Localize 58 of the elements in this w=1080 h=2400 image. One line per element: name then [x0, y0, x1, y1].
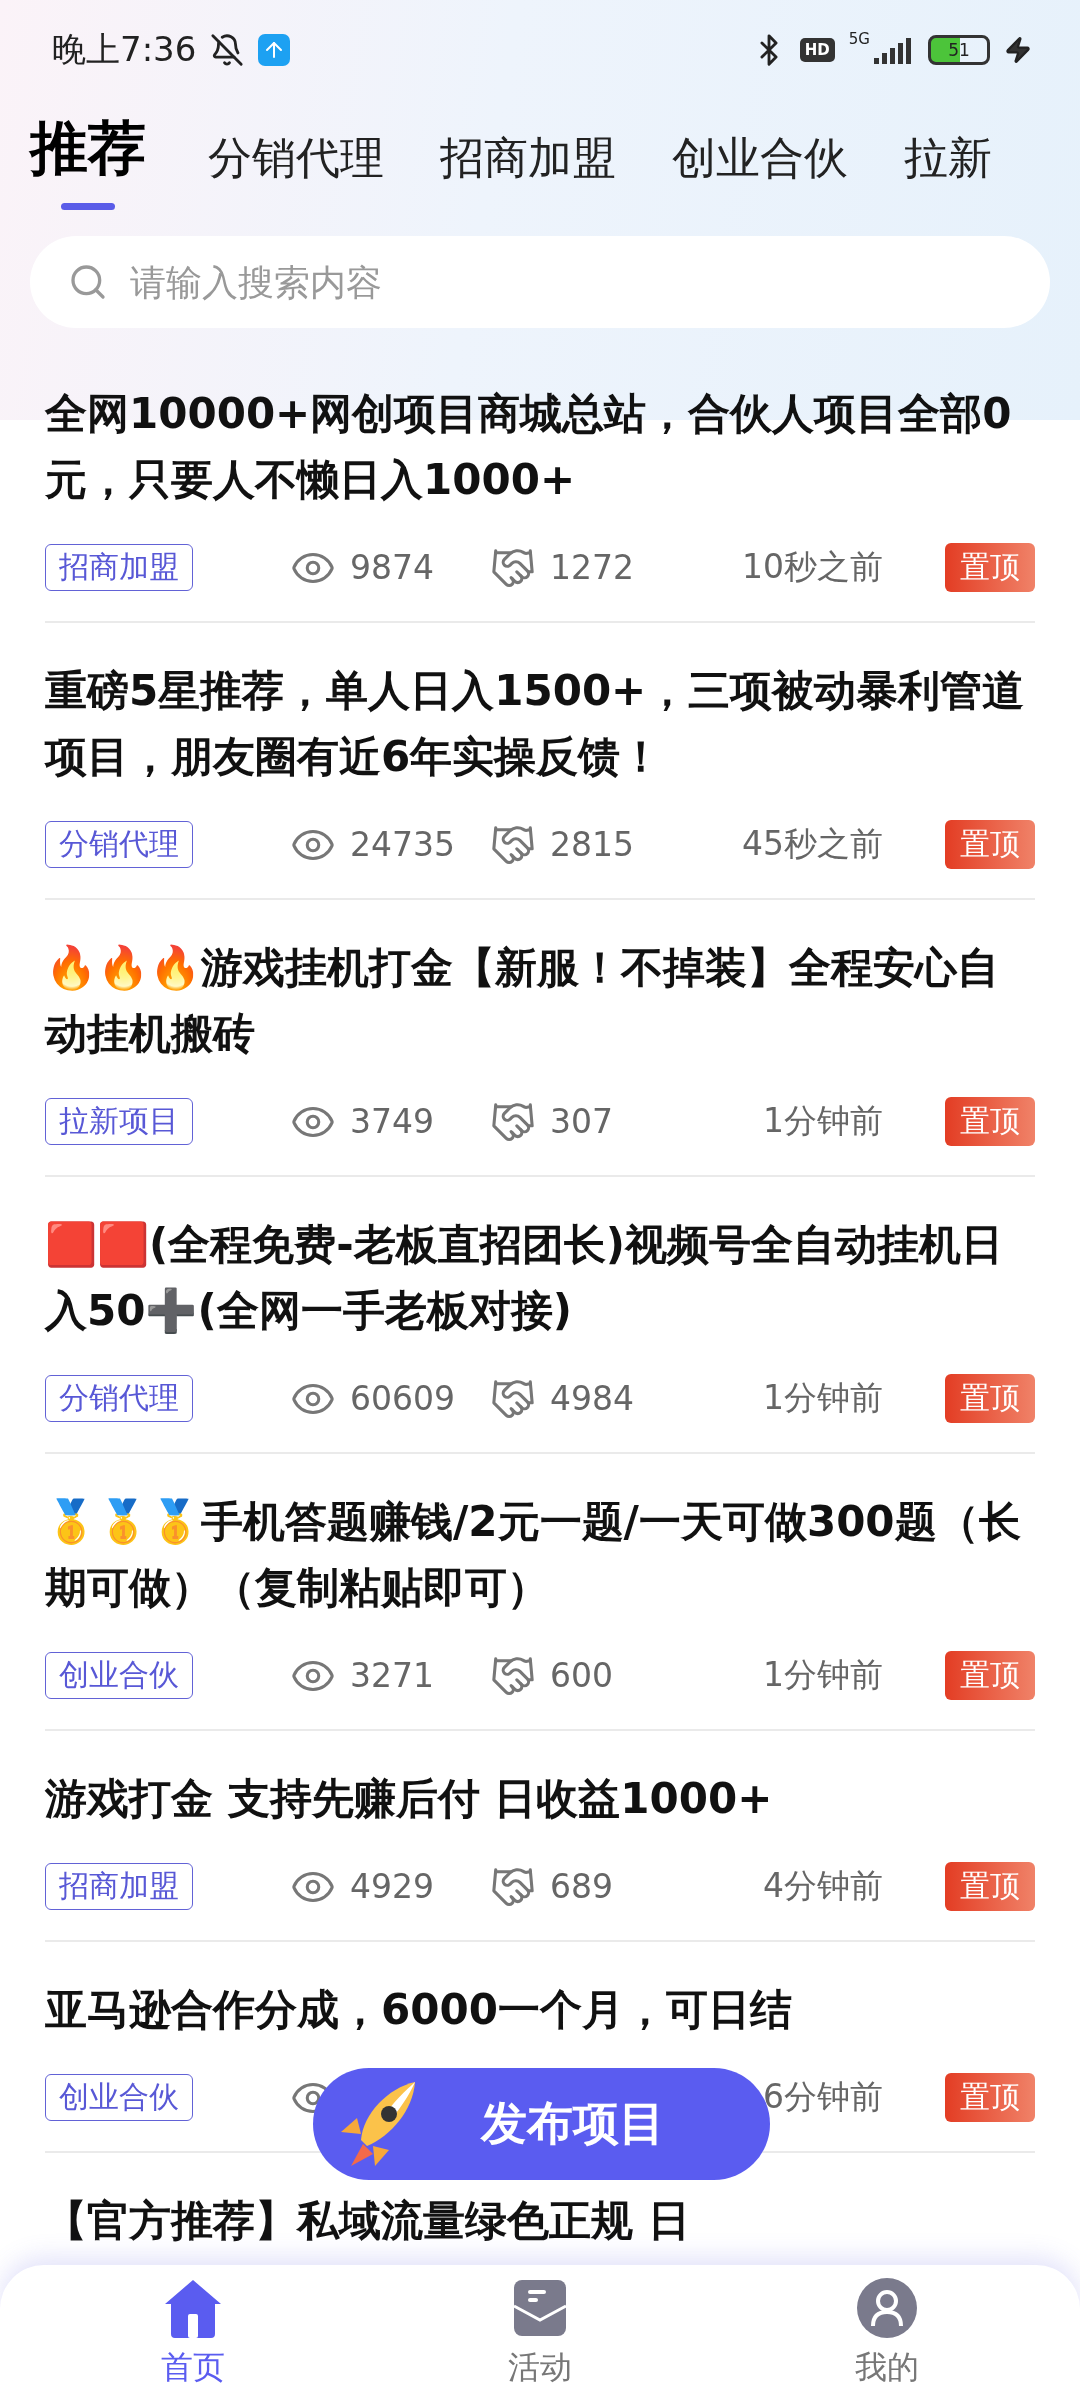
category-tag: 招商加盟	[45, 1863, 193, 1910]
like-count: 600	[550, 1656, 613, 1695]
post-time: 1分钟前	[763, 1654, 883, 1696]
search-icon	[68, 262, 108, 302]
like-count: 4984	[550, 1379, 634, 1418]
category-tab[interactable]: 推荐	[30, 110, 146, 210]
category-tag: 创业合伙	[45, 1652, 193, 1699]
search-field[interactable]: 请输入搜索内容	[30, 236, 1050, 328]
status-time: 晚上7:36	[52, 28, 197, 71]
pinned-badge: 置顶	[945, 2073, 1035, 2122]
like-count: 2815	[550, 825, 634, 864]
view-count: 24735	[350, 825, 455, 864]
pinned-badge: 置顶	[945, 543, 1035, 592]
like-count: 1272	[550, 548, 634, 587]
view-count: 60609	[350, 1379, 455, 1418]
post-title[interactable]: 🟥🟥(全程免费-老板直招团长)视频号全自动挂机日入50➕(全网一手老板对接)	[45, 1212, 1035, 1344]
pinned-badge: 置顶	[945, 1862, 1035, 1911]
category-tag: 招商加盟	[45, 544, 193, 591]
post-title[interactable]: 【官方推荐】私域流量绿色正规 日	[45, 2188, 1035, 2254]
mute-icon	[210, 33, 245, 67]
view-count: 3749	[350, 1102, 434, 1141]
category-tag: 创业合伙	[45, 2074, 193, 2121]
post-time: 4分钟前	[763, 1865, 883, 1907]
post-title[interactable]: 重磅5星推荐，单人日入1500+，三项被动暴利管道项目，朋友圈有近6年实操反馈！	[45, 658, 1035, 790]
post-title[interactable]: 亚马逊合作分成，6000一个月，可日结	[45, 1977, 1035, 2043]
network-label: 5G	[848, 30, 870, 48]
charging-icon	[1004, 36, 1032, 64]
post-title[interactable]: 全网10000+网创项目商城总站，合伙人项目全部0元，只要人不懒日入1000+	[45, 381, 1035, 513]
category-tab[interactable]: 创业合伙	[672, 129, 848, 210]
category-tab[interactable]: 招商加盟	[440, 129, 616, 210]
like-count: 307	[550, 1102, 613, 1141]
category-tag: 分销代理	[45, 1375, 193, 1422]
nav-tab[interactable]: 我的	[713, 2265, 1060, 2400]
pinned-badge: 置顶	[945, 1651, 1035, 1700]
category-tag: 拉新项目	[45, 1098, 193, 1145]
category-tag: 分销代理	[45, 821, 193, 868]
hd-badge: HD	[799, 38, 835, 62]
pinned-badge: 置顶	[945, 1374, 1035, 1423]
post-time: 45秒之前	[742, 823, 883, 865]
nav-tab[interactable]: 活动	[366, 2265, 714, 2400]
pinned-badge: 置顶	[945, 1097, 1035, 1146]
category-tab[interactable]: 拉新	[904, 129, 992, 210]
like-count: 689	[550, 1867, 613, 1906]
profile-icon	[854, 2275, 919, 2340]
category-tab[interactable]: 分销代理	[208, 129, 384, 210]
view-count: 9874	[350, 548, 434, 587]
post-time: 10秒之前	[742, 546, 883, 588]
signal-icon	[874, 36, 914, 64]
upload-icon	[258, 34, 291, 66]
pinned-badge: 置顶	[945, 820, 1035, 869]
post-title[interactable]: 🔥🔥🔥游戏挂机打金【新服！不掉装】全程安心自动挂机搬砖	[45, 935, 1035, 1067]
post-title[interactable]: 🥇🥇🥇手机答题赚钱/2元一题/一天可做300题（长期可做）（复制粘贴即可）	[45, 1489, 1035, 1621]
view-count: 3271	[350, 1656, 434, 1695]
post-time: 1分钟前	[763, 1377, 883, 1419]
post-title[interactable]: 游戏打金 支持先赚后付 日收益1000+	[45, 1766, 1035, 1832]
post-time: 1分钟前	[763, 1100, 883, 1142]
nav-tab[interactable]: 首页	[20, 2265, 367, 2400]
view-count: 4929	[350, 1867, 434, 1906]
